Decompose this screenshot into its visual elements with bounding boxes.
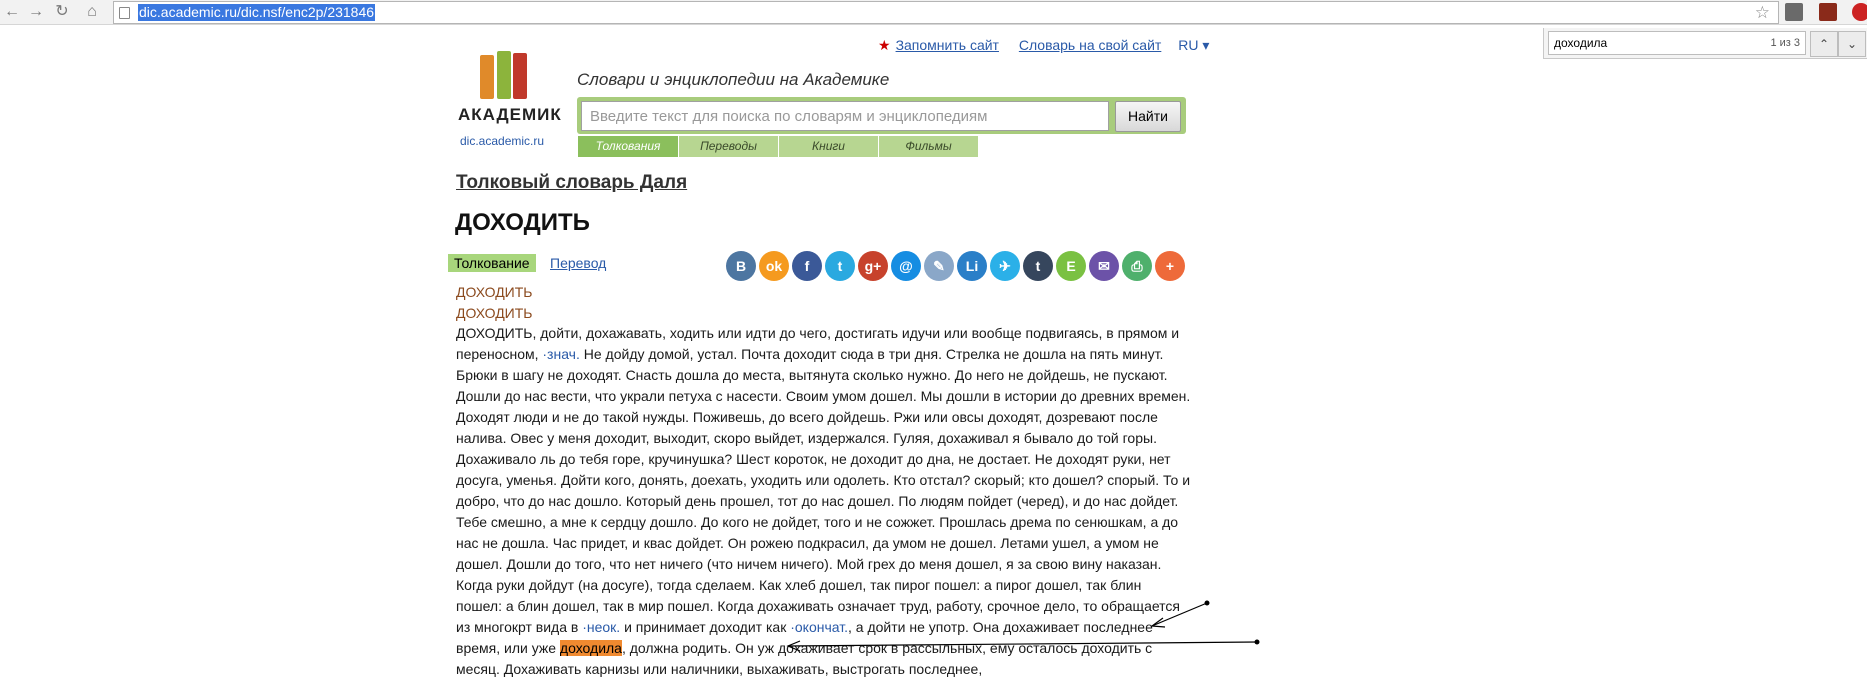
find-next-button[interactable]: ⌄ — [1838, 31, 1866, 57]
bookmark-star-icon[interactable]: ☆ — [1755, 2, 1770, 23]
site-slogan: Словари и энциклопедии на Академике — [577, 70, 890, 89]
browser-toolbar: ← → ↻ ⌂ dic.academic.ru/dic.nsf/enc2p/23… — [0, 0, 1867, 25]
search-highlight: доходила — [559, 640, 622, 656]
find-count: 1 из 3 — [1770, 37, 1800, 49]
reload-icon[interactable]: ↻ — [52, 2, 72, 22]
book-icon — [497, 51, 511, 99]
tab-translation[interactable]: Перевод — [550, 254, 606, 272]
article-fragment: и принимает доходит как — [620, 619, 791, 635]
email-icon[interactable]: ✉ — [1089, 251, 1119, 281]
book-icon — [480, 55, 494, 99]
search-placeholder: Введите текст для поиска по словарям и э… — [590, 108, 988, 125]
google-plus-icon[interactable]: g+ — [858, 251, 888, 281]
search-box: Введите текст для поиска по словарям и э… — [577, 97, 1186, 134]
language-selector[interactable]: RU ▾ — [1178, 37, 1209, 53]
logo-text: АКАДЕМИК — [458, 105, 562, 124]
academic-logo[interactable]: АКАДЕМИК dic.academic.ru — [455, 51, 561, 155]
annotation-arrow-dot — [1254, 639, 1260, 645]
extension-icon[interactable] — [1785, 3, 1803, 21]
star-icon: ★ — [878, 37, 891, 53]
find-bar: доходила 1 из 3 ⌃ ⌄ — [1543, 28, 1867, 59]
headword: ДОХОДИТЬ — [455, 209, 590, 236]
page-icon — [119, 7, 130, 19]
abbr-link[interactable]: ·неок. — [582, 619, 620, 635]
back-arrow-icon[interactable]: ← — [2, 2, 22, 22]
article-text: ДОХОДИТЬ, дойти, дохажавать, ходить или … — [456, 323, 1191, 680]
find-query[interactable]: доходила — [1554, 36, 1607, 50]
variant-link[interactable]: ДОХОДИТЬ — [456, 305, 532, 321]
surfingbird-icon[interactable]: ✈ — [990, 251, 1020, 281]
mail-icon[interactable]: @ — [891, 251, 921, 281]
facebook-icon[interactable]: f — [792, 251, 822, 281]
tab-translations[interactable]: Переводы — [679, 136, 779, 157]
variant-link[interactable]: ДОХОДИТЬ — [456, 284, 532, 300]
extension-icon[interactable] — [1852, 3, 1867, 21]
odnoklassniki-icon[interactable]: ok — [759, 251, 789, 281]
remember-site-link[interactable]: Запомнить сайт — [896, 37, 999, 53]
tab-interpretations[interactable]: Толкования — [578, 136, 679, 157]
search-input[interactable]: Введите текст для поиска по словарям и э… — [581, 101, 1109, 131]
url-text[interactable]: dic.academic.ru/dic.nsf/enc2p/231846 — [138, 4, 376, 21]
article-fragment: Не дойду домой, устал. Почта доходит сюд… — [456, 346, 1191, 635]
forward-arrow-icon[interactable]: → — [26, 2, 46, 22]
vk-icon[interactable]: B — [726, 251, 756, 281]
book-icon — [513, 53, 527, 99]
tumblr-icon[interactable]: t — [1023, 251, 1053, 281]
liveinternet-icon[interactable]: Li — [957, 251, 987, 281]
find-previous-button[interactable]: ⌃ — [1810, 31, 1838, 57]
abbr-link[interactable]: ·знач. — [542, 346, 579, 362]
top-links: ★ Запомнить сайт Словарь на свой сайт RU … — [878, 37, 1209, 54]
annotation-arrow-dot — [1204, 600, 1210, 606]
dictionary-title[interactable]: Толковый словарь Даля — [456, 172, 687, 194]
print-icon[interactable]: ⎙ — [1122, 251, 1152, 281]
address-bar[interactable]: dic.academic.ru/dic.nsf/enc2p/231846 ☆ — [113, 1, 1779, 24]
search-button[interactable]: Найти — [1115, 101, 1181, 132]
dict-on-site-link[interactable]: Словарь на свой сайт — [1019, 37, 1161, 53]
livejournal-icon[interactable]: ✎ — [924, 251, 954, 281]
tab-films[interactable]: Фильмы — [879, 136, 979, 157]
evernote-icon[interactable]: E — [1056, 251, 1086, 281]
abbr-link[interactable]: ·окончат. — [790, 619, 848, 635]
find-input[interactable]: доходила 1 из 3 — [1548, 31, 1806, 55]
twitter-icon[interactable]: t — [825, 251, 855, 281]
tab-books[interactable]: Книги — [779, 136, 879, 157]
more-icon[interactable]: + — [1155, 251, 1185, 281]
logo-url[interactable]: dic.academic.ru — [460, 134, 544, 148]
extension-icon[interactable] — [1819, 3, 1837, 21]
home-icon[interactable]: ⌂ — [82, 2, 102, 22]
tab-interpretation[interactable]: Толкование — [448, 254, 536, 272]
